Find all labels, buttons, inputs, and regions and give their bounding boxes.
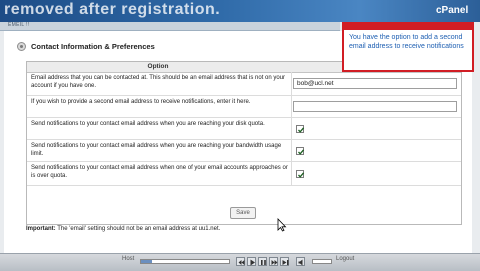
end-button[interactable] (280, 257, 289, 266)
disk-quota-label: Send notifications to your contact email… (31, 121, 265, 127)
checkmark-icon (298, 127, 305, 133)
rewind-icon (238, 260, 245, 265)
important-prefix: Important: (26, 226, 56, 232)
volume-slider[interactable] (312, 259, 332, 264)
speaker-icon (298, 259, 303, 266)
play-button[interactable] (247, 257, 256, 266)
important-note: Important: The 'email' setting should no… (26, 226, 220, 232)
skip-end-icon (282, 260, 289, 265)
watermark-text: removed after registration. (4, 1, 221, 18)
second-email-label: If you wish to provide a second email ad… (31, 99, 251, 105)
section-header: Contact Information & Preferences (17, 42, 155, 51)
page-title: Contact Information & Preferences (31, 42, 155, 51)
top-banner: removed after registration. cPanel (0, 0, 480, 22)
options-table: Option Email address that you can be con… (26, 61, 462, 225)
table-row: If you wish to provide a second email ad… (27, 96, 461, 118)
mouse-cursor-icon (277, 218, 287, 232)
gear-icon (17, 42, 26, 51)
tooltip-callout: You have the option to add a second emai… (342, 22, 474, 72)
table-row: Send notifications to your contact email… (27, 162, 461, 186)
logout-link[interactable]: Logout (336, 256, 354, 262)
email-quota-label: Send notifications to your contact email… (31, 165, 288, 179)
cpanel-logo: cPanel (436, 5, 469, 16)
contact-email-input[interactable]: bob@ucl.net (293, 78, 457, 89)
save-button[interactable]: Save (230, 207, 256, 219)
option-column-header: Option (147, 63, 169, 70)
contact-email-label: Email address that you can be contacted … (31, 75, 286, 89)
seek-bar[interactable] (140, 259, 230, 264)
breadcrumb: EMEIL !! (8, 22, 30, 28)
video-player-controls: Host Logout (0, 253, 480, 271)
volume-button[interactable] (296, 257, 305, 266)
checkmark-icon (298, 172, 305, 178)
seek-progress (141, 260, 152, 263)
disk-quota-checkbox[interactable] (296, 125, 305, 133)
host-link[interactable]: Host (122, 256, 134, 262)
breadcrumb-bar: EMEIL !! (0, 22, 340, 31)
email-quota-checkbox[interactable] (296, 170, 305, 178)
play-icon (250, 259, 255, 266)
table-row: Email address that you can be contacted … (27, 72, 461, 96)
forward-button[interactable] (269, 257, 278, 266)
pause-button[interactable] (258, 257, 267, 266)
bandwidth-label: Send notifications to your contact email… (31, 143, 282, 157)
table-row: Send notifications to your contact email… (27, 140, 461, 162)
checkmark-icon (298, 149, 305, 155)
fast-forward-icon (271, 260, 278, 265)
second-email-input[interactable] (293, 101, 457, 112)
tooltip-text: You have the option to add a second emai… (349, 34, 464, 50)
rewind-button[interactable] (236, 257, 245, 266)
bandwidth-checkbox[interactable] (296, 147, 305, 155)
pause-icon (261, 260, 266, 265)
table-row: Send notifications to your contact email… (27, 118, 461, 140)
important-text: The 'email' setting should not be an ema… (57, 226, 221, 232)
